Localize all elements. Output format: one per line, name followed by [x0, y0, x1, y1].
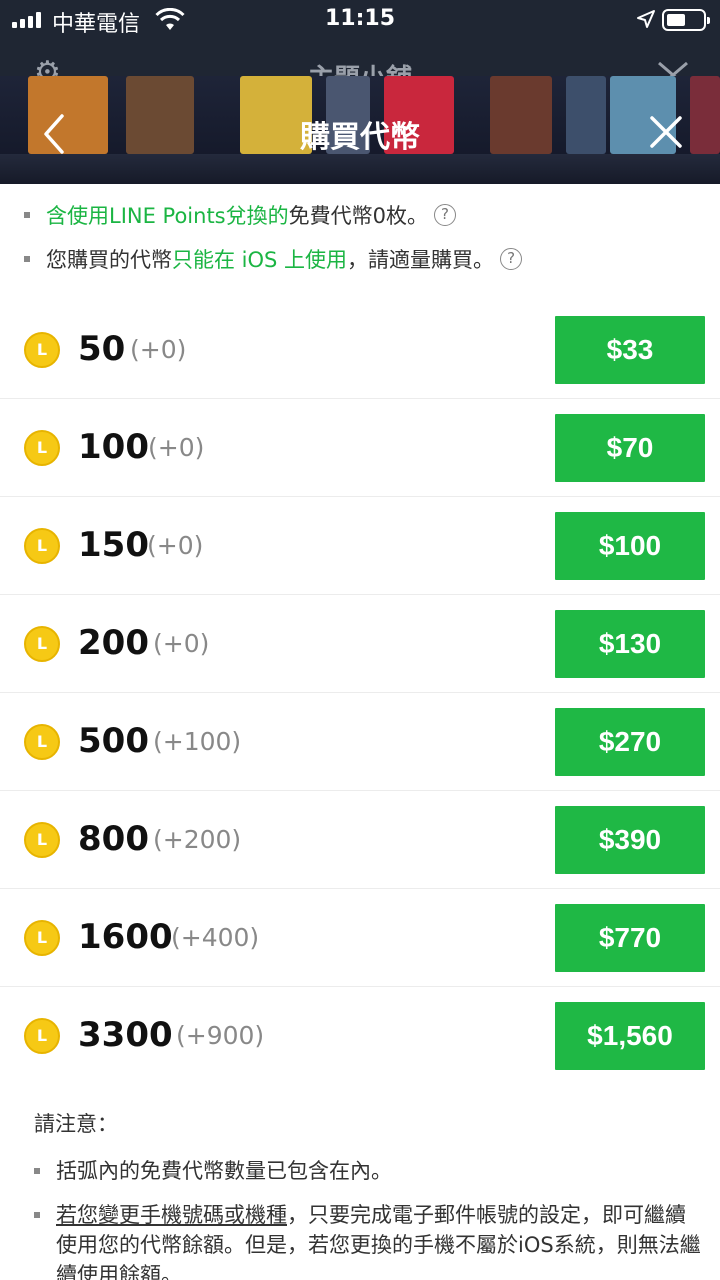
- notes-top: 含使用LINE Points兌換的 免費代幣0枚。 ? 您購買的代幣 只能在 i…: [24, 200, 704, 288]
- price-button[interactable]: $70: [555, 414, 705, 482]
- coin-amount: 3300: [78, 1015, 173, 1055]
- coin-amount: 800: [78, 819, 149, 859]
- coin-amount: 100: [78, 427, 149, 467]
- coin-bonus: (+0): [148, 433, 205, 462]
- location-arrow-icon: [637, 10, 655, 28]
- price-button[interactable]: $100: [555, 512, 705, 580]
- notes-heading: 請注意：: [34, 1112, 118, 1136]
- price-button[interactable]: $33: [555, 316, 705, 384]
- bullet-icon: [34, 1212, 40, 1218]
- coin-bonus: (+0): [153, 629, 210, 658]
- status-bar: 中華電信 11:15: [0, 0, 720, 40]
- coin-icon: L: [24, 430, 60, 466]
- coin-icon: L: [24, 528, 60, 564]
- coin-icon: L: [24, 332, 60, 368]
- coin-bonus: (+400): [171, 923, 260, 952]
- coin-package-row: L 500 (+100) $270: [0, 693, 720, 791]
- notes-bottom: 請注意： 括弧內的免費代幣數量已包含在內。 若您變更手機號碼或機種，只要完成電子…: [34, 1108, 704, 1280]
- coin-package-row: L 3300 (+900) $1,560: [0, 987, 720, 1085]
- price-button[interactable]: $390: [555, 806, 705, 874]
- coin-icon: L: [24, 920, 60, 956]
- coin-bonus: (+100): [153, 727, 242, 756]
- free-coins-note: 含使用LINE Points兌換的 免費代幣0枚。 ?: [24, 200, 704, 230]
- ios-only-note: 您購買的代幣 只能在 iOS 上使用 ，請適量購買。 ?: [24, 244, 704, 274]
- coin-icon: L: [24, 822, 60, 858]
- note-item: 若您變更手機號碼或機種，只要完成電子郵件帳號的設定，即可繼續使用您的代幣餘額。但…: [34, 1200, 704, 1280]
- price-button[interactable]: $130: [555, 610, 705, 678]
- signal-icon: [12, 12, 41, 28]
- coin-package-list: L 50 (+0) $33 L 100 (+0) $70 L 150 (+0) …: [0, 301, 720, 1085]
- back-arrow-icon[interactable]: [40, 112, 70, 156]
- coin-package-row: L 100 (+0) $70: [0, 399, 720, 497]
- coin-amount: 50: [78, 329, 126, 369]
- coin-bonus: (+0): [130, 335, 187, 364]
- price-button[interactable]: $770: [555, 904, 705, 972]
- coin-bonus: (+0): [147, 531, 204, 560]
- coin-amount: 150: [78, 525, 149, 565]
- close-icon[interactable]: [648, 114, 684, 150]
- help-icon[interactable]: ?: [434, 204, 457, 226]
- carrier-name: 中華電信: [52, 12, 141, 37]
- underlined-text: 若您變更手機號碼或機種: [56, 1203, 287, 1227]
- coin-bonus: (+900): [176, 1021, 265, 1050]
- coin-package-row: L 200 (+0) $130: [0, 595, 720, 693]
- header-banner: ⚙ 主題小舖 購買代幣: [0, 40, 720, 184]
- bullet-icon: [34, 1168, 40, 1174]
- help-icon[interactable]: ?: [500, 248, 523, 270]
- bullet-icon: [24, 256, 30, 262]
- coin-amount: 500: [78, 721, 149, 761]
- coin-package-row: L 150 (+0) $100: [0, 497, 720, 595]
- coin-package-row: L 800 (+200) $390: [0, 791, 720, 889]
- coin-package-row: L 1600 (+400) $770: [0, 889, 720, 987]
- price-button[interactable]: $1,560: [555, 1002, 705, 1070]
- price-button[interactable]: $270: [555, 708, 705, 776]
- coin-icon: L: [24, 724, 60, 760]
- bullet-icon: [24, 212, 30, 218]
- coin-icon: L: [24, 626, 60, 662]
- note-item: 括弧內的免費代幣數量已包含在內。: [34, 1156, 704, 1186]
- coin-bonus: (+200): [153, 825, 242, 854]
- doors-illustration: [0, 76, 720, 184]
- coin-package-row: L 50 (+0) $33: [0, 301, 720, 399]
- wifi-icon: [155, 8, 185, 30]
- coin-amount: 200: [78, 623, 149, 663]
- battery-icon: [662, 9, 710, 31]
- coin-icon: L: [24, 1018, 60, 1054]
- coin-amount: 1600: [78, 917, 173, 957]
